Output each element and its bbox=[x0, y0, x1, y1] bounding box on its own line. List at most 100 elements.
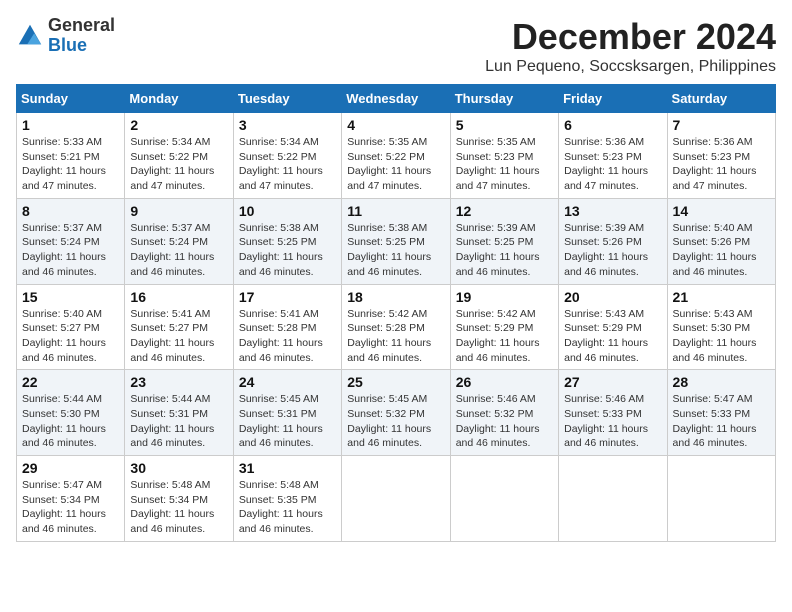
day-number: 19 bbox=[456, 289, 553, 305]
calendar-cell: 20 Sunrise: 5:43 AMSunset: 5:29 PMDaylig… bbox=[559, 284, 667, 370]
week-row-4: 22 Sunrise: 5:44 AMSunset: 5:30 PMDaylig… bbox=[17, 370, 776, 456]
week-row-2: 8 Sunrise: 5:37 AMSunset: 5:24 PMDayligh… bbox=[17, 198, 776, 284]
day-number: 2 bbox=[130, 117, 227, 133]
day-info: Sunrise: 5:42 AMSunset: 5:28 PMDaylight:… bbox=[347, 307, 444, 366]
calendar-cell: 27 Sunrise: 5:46 AMSunset: 5:33 PMDaylig… bbox=[559, 370, 667, 456]
day-info: Sunrise: 5:40 AMSunset: 5:27 PMDaylight:… bbox=[22, 307, 119, 366]
weekday-header-wednesday: Wednesday bbox=[342, 85, 450, 113]
calendar-cell: 17 Sunrise: 5:41 AMSunset: 5:28 PMDaylig… bbox=[233, 284, 341, 370]
calendar-cell: 15 Sunrise: 5:40 AMSunset: 5:27 PMDaylig… bbox=[17, 284, 125, 370]
day-number: 17 bbox=[239, 289, 336, 305]
day-number: 18 bbox=[347, 289, 444, 305]
day-number: 1 bbox=[22, 117, 119, 133]
day-info: Sunrise: 5:34 AMSunset: 5:22 PMDaylight:… bbox=[130, 135, 227, 194]
calendar-cell: 4 Sunrise: 5:35 AMSunset: 5:22 PMDayligh… bbox=[342, 113, 450, 199]
day-number: 29 bbox=[22, 460, 119, 476]
calendar-cell: 23 Sunrise: 5:44 AMSunset: 5:31 PMDaylig… bbox=[125, 370, 233, 456]
day-info: Sunrise: 5:46 AMSunset: 5:33 PMDaylight:… bbox=[564, 392, 661, 451]
logo-text: General Blue bbox=[48, 16, 115, 56]
calendar-cell: 19 Sunrise: 5:42 AMSunset: 5:29 PMDaylig… bbox=[450, 284, 558, 370]
day-info: Sunrise: 5:39 AMSunset: 5:25 PMDaylight:… bbox=[456, 221, 553, 280]
day-info: Sunrise: 5:46 AMSunset: 5:32 PMDaylight:… bbox=[456, 392, 553, 451]
calendar-cell: 9 Sunrise: 5:37 AMSunset: 5:24 PMDayligh… bbox=[125, 198, 233, 284]
day-number: 3 bbox=[239, 117, 336, 133]
calendar-cell: 3 Sunrise: 5:34 AMSunset: 5:22 PMDayligh… bbox=[233, 113, 341, 199]
day-number: 21 bbox=[673, 289, 770, 305]
logo-blue: Blue bbox=[48, 35, 87, 55]
day-number: 23 bbox=[130, 374, 227, 390]
calendar-cell: 7 Sunrise: 5:36 AMSunset: 5:23 PMDayligh… bbox=[667, 113, 775, 199]
day-info: Sunrise: 5:38 AMSunset: 5:25 PMDaylight:… bbox=[347, 221, 444, 280]
calendar-cell: 2 Sunrise: 5:34 AMSunset: 5:22 PMDayligh… bbox=[125, 113, 233, 199]
day-info: Sunrise: 5:34 AMSunset: 5:22 PMDaylight:… bbox=[239, 135, 336, 194]
weekday-header-friday: Friday bbox=[559, 85, 667, 113]
day-info: Sunrise: 5:39 AMSunset: 5:26 PMDaylight:… bbox=[564, 221, 661, 280]
day-info: Sunrise: 5:42 AMSunset: 5:29 PMDaylight:… bbox=[456, 307, 553, 366]
logo: General Blue bbox=[16, 16, 115, 56]
calendar-cell: 1 Sunrise: 5:33 AMSunset: 5:21 PMDayligh… bbox=[17, 113, 125, 199]
day-info: Sunrise: 5:33 AMSunset: 5:21 PMDaylight:… bbox=[22, 135, 119, 194]
day-info: Sunrise: 5:41 AMSunset: 5:28 PMDaylight:… bbox=[239, 307, 336, 366]
calendar-cell: 8 Sunrise: 5:37 AMSunset: 5:24 PMDayligh… bbox=[17, 198, 125, 284]
day-number: 15 bbox=[22, 289, 119, 305]
calendar-cell: 12 Sunrise: 5:39 AMSunset: 5:25 PMDaylig… bbox=[450, 198, 558, 284]
day-info: Sunrise: 5:36 AMSunset: 5:23 PMDaylight:… bbox=[673, 135, 770, 194]
calendar-cell: 21 Sunrise: 5:43 AMSunset: 5:30 PMDaylig… bbox=[667, 284, 775, 370]
weekday-header-sunday: Sunday bbox=[17, 85, 125, 113]
day-info: Sunrise: 5:45 AMSunset: 5:31 PMDaylight:… bbox=[239, 392, 336, 451]
calendar-cell: 22 Sunrise: 5:44 AMSunset: 5:30 PMDaylig… bbox=[17, 370, 125, 456]
calendar-cell bbox=[450, 456, 558, 542]
day-info: Sunrise: 5:41 AMSunset: 5:27 PMDaylight:… bbox=[130, 307, 227, 366]
day-info: Sunrise: 5:47 AMSunset: 5:34 PMDaylight:… bbox=[22, 478, 119, 537]
day-number: 22 bbox=[22, 374, 119, 390]
calendar-cell: 11 Sunrise: 5:38 AMSunset: 5:25 PMDaylig… bbox=[342, 198, 450, 284]
day-info: Sunrise: 5:48 AMSunset: 5:35 PMDaylight:… bbox=[239, 478, 336, 537]
day-number: 7 bbox=[673, 117, 770, 133]
day-number: 6 bbox=[564, 117, 661, 133]
calendar-cell bbox=[342, 456, 450, 542]
title-block: December 2024 Lun Pequeno, Soccsksargen,… bbox=[485, 16, 776, 76]
calendar-cell bbox=[667, 456, 775, 542]
day-number: 9 bbox=[130, 203, 227, 219]
calendar-cell: 10 Sunrise: 5:38 AMSunset: 5:25 PMDaylig… bbox=[233, 198, 341, 284]
week-row-5: 29 Sunrise: 5:47 AMSunset: 5:34 PMDaylig… bbox=[17, 456, 776, 542]
weekday-header-tuesday: Tuesday bbox=[233, 85, 341, 113]
day-number: 11 bbox=[347, 203, 444, 219]
day-number: 10 bbox=[239, 203, 336, 219]
week-row-1: 1 Sunrise: 5:33 AMSunset: 5:21 PMDayligh… bbox=[17, 113, 776, 199]
calendar-cell: 28 Sunrise: 5:47 AMSunset: 5:33 PMDaylig… bbox=[667, 370, 775, 456]
day-number: 30 bbox=[130, 460, 227, 476]
calendar-cell: 18 Sunrise: 5:42 AMSunset: 5:28 PMDaylig… bbox=[342, 284, 450, 370]
day-number: 24 bbox=[239, 374, 336, 390]
calendar-cell: 5 Sunrise: 5:35 AMSunset: 5:23 PMDayligh… bbox=[450, 113, 558, 199]
calendar-cell: 29 Sunrise: 5:47 AMSunset: 5:34 PMDaylig… bbox=[17, 456, 125, 542]
day-info: Sunrise: 5:35 AMSunset: 5:22 PMDaylight:… bbox=[347, 135, 444, 194]
calendar-cell: 25 Sunrise: 5:45 AMSunset: 5:32 PMDaylig… bbox=[342, 370, 450, 456]
calendar-cell: 31 Sunrise: 5:48 AMSunset: 5:35 PMDaylig… bbox=[233, 456, 341, 542]
day-number: 28 bbox=[673, 374, 770, 390]
calendar-cell: 6 Sunrise: 5:36 AMSunset: 5:23 PMDayligh… bbox=[559, 113, 667, 199]
logo-icon bbox=[16, 22, 44, 50]
day-info: Sunrise: 5:45 AMSunset: 5:32 PMDaylight:… bbox=[347, 392, 444, 451]
calendar-table: SundayMondayTuesdayWednesdayThursdayFrid… bbox=[16, 84, 776, 542]
day-info: Sunrise: 5:43 AMSunset: 5:29 PMDaylight:… bbox=[564, 307, 661, 366]
day-info: Sunrise: 5:38 AMSunset: 5:25 PMDaylight:… bbox=[239, 221, 336, 280]
day-info: Sunrise: 5:44 AMSunset: 5:30 PMDaylight:… bbox=[22, 392, 119, 451]
calendar-cell: 30 Sunrise: 5:48 AMSunset: 5:34 PMDaylig… bbox=[125, 456, 233, 542]
day-number: 31 bbox=[239, 460, 336, 476]
calendar-cell: 13 Sunrise: 5:39 AMSunset: 5:26 PMDaylig… bbox=[559, 198, 667, 284]
day-info: Sunrise: 5:43 AMSunset: 5:30 PMDaylight:… bbox=[673, 307, 770, 366]
calendar-cell: 24 Sunrise: 5:45 AMSunset: 5:31 PMDaylig… bbox=[233, 370, 341, 456]
day-number: 25 bbox=[347, 374, 444, 390]
calendar-cell bbox=[559, 456, 667, 542]
logo-general: General bbox=[48, 15, 115, 35]
week-row-3: 15 Sunrise: 5:40 AMSunset: 5:27 PMDaylig… bbox=[17, 284, 776, 370]
page-header: General Blue December 2024 Lun Pequeno, … bbox=[16, 16, 776, 76]
day-info: Sunrise: 5:44 AMSunset: 5:31 PMDaylight:… bbox=[130, 392, 227, 451]
day-number: 13 bbox=[564, 203, 661, 219]
month-title: December 2024 bbox=[485, 16, 776, 58]
weekday-header-row: SundayMondayTuesdayWednesdayThursdayFrid… bbox=[17, 85, 776, 113]
weekday-header-monday: Monday bbox=[125, 85, 233, 113]
day-info: Sunrise: 5:37 AMSunset: 5:24 PMDaylight:… bbox=[22, 221, 119, 280]
day-info: Sunrise: 5:36 AMSunset: 5:23 PMDaylight:… bbox=[564, 135, 661, 194]
